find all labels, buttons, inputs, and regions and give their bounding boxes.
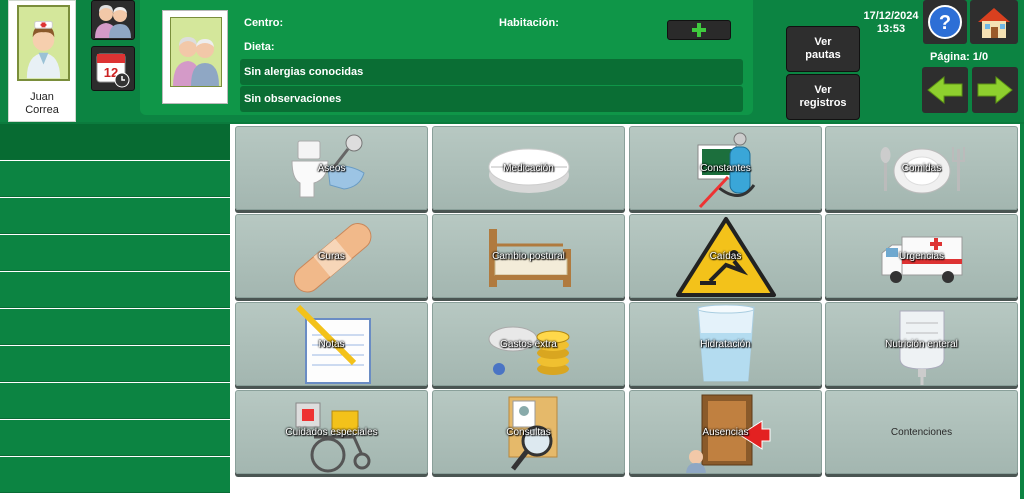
prev-page-button[interactable] [922, 67, 968, 113]
habitacion-label: Habitación: [499, 17, 559, 29]
tile-label: Notas [318, 338, 345, 350]
elderly-couple-icon [95, 5, 131, 38]
observaciones-field: Sin observaciones [240, 86, 743, 112]
pagination-label: Página: 1/0 [930, 51, 989, 63]
tile-medicacion[interactable]: Medicación [432, 126, 625, 210]
tile-label: Constantes [700, 162, 751, 174]
help-icon: ? [928, 5, 962, 39]
tile-label: Caídas [709, 250, 742, 262]
home-icon [978, 8, 1010, 38]
sidebar-item[interactable] [0, 235, 230, 271]
dieta-label: Dieta: [244, 41, 275, 53]
tile-label: Gastos extra [500, 338, 557, 350]
calendar-button[interactable]: 12 [91, 46, 135, 91]
tile-ausencias[interactable]: Ausencias [629, 390, 822, 474]
sidebar-item[interactable] [0, 161, 230, 197]
calendar-clock-icon: 12 [96, 53, 130, 87]
tile-caidas[interactable]: Caídas [629, 214, 822, 298]
tile-consultas[interactable]: Consultas [432, 390, 625, 474]
elderly-couple-icon [170, 17, 222, 87]
tile-curas[interactable]: Curas [235, 214, 428, 298]
tile-notas[interactable]: Notas [235, 302, 428, 386]
plus-icon [692, 23, 706, 37]
ver-pautas-button[interactable]: Ver pautas [786, 26, 860, 72]
help-button[interactable]: ? [923, 0, 967, 44]
tile-label: Urgencias [898, 250, 945, 262]
date-text: 17/12/2024 [863, 10, 919, 22]
tile-label: Curas [318, 250, 345, 262]
tile-nutricion-enteral[interactable]: Nutrición enteral [825, 302, 1018, 386]
header: Juan Correa 12 Centro: Habitación: Dieta… [0, 0, 1024, 122]
sidebar [0, 124, 231, 499]
tile-urgencias[interactable]: Urgencias [825, 214, 1018, 298]
sidebar-item[interactable] [0, 383, 230, 419]
user-name: Juan Correa [25, 91, 59, 116]
sidebar-item[interactable] [0, 457, 230, 493]
next-page-button[interactable] [972, 67, 1018, 113]
tile-label: Cambio postural [492, 250, 565, 262]
tile-label: Comidas [901, 162, 942, 174]
tile-label: Contenciones [890, 426, 953, 438]
time-text: 13:53 [876, 23, 906, 35]
nurse-avatar-icon [17, 5, 70, 81]
tile-hidratacion[interactable]: Hidratación [629, 302, 822, 386]
tile-label: Nutrición enteral [885, 338, 958, 350]
tile-label: Hidratación [700, 338, 751, 350]
tile-label: Consultas [506, 426, 551, 438]
tile-cuidados-especiales[interactable]: Cuidados especiales [235, 390, 428, 474]
datetime: 17/12/2024 13:53 [858, 10, 924, 36]
tile-cambio-postural[interactable]: Cambio postural [432, 214, 625, 298]
tile-label: Medicación [503, 162, 554, 174]
tile-aseos[interactable]: Aseos [235, 126, 428, 210]
svg-text:?: ? [939, 12, 951, 34]
right-edge [1020, 124, 1024, 499]
resident-photo [162, 10, 228, 104]
sidebar-item[interactable] [0, 309, 230, 345]
tile-comidas[interactable]: Comidas [825, 126, 1018, 210]
tile-label: Ausencias [702, 426, 749, 438]
sidebar-item[interactable] [0, 420, 230, 456]
home-button[interactable] [970, 0, 1018, 44]
tile-contenciones[interactable]: Contenciones [825, 390, 1018, 474]
tile-gastos-extra[interactable]: Gastos extra [432, 302, 625, 386]
arrow-right-icon [977, 75, 1013, 105]
add-button[interactable] [667, 20, 731, 40]
sidebar-item[interactable] [0, 124, 230, 160]
arrow-left-icon [927, 75, 963, 105]
centro-label: Centro: [244, 17, 284, 29]
sidebar-item[interactable] [0, 346, 230, 382]
tile-label: Aseos [317, 162, 346, 174]
residents-button[interactable] [91, 0, 135, 40]
sidebar-item[interactable] [0, 272, 230, 308]
ver-registros-button[interactable]: Ver registros [786, 74, 860, 120]
tile-constantes[interactable]: Constantes [629, 126, 822, 210]
sidebar-item[interactable] [0, 198, 230, 234]
alergias-field: Sin alergias conocidas [240, 59, 743, 85]
user-card[interactable]: Juan Correa [8, 0, 76, 122]
tile-label: Cuidados especiales [285, 426, 378, 438]
